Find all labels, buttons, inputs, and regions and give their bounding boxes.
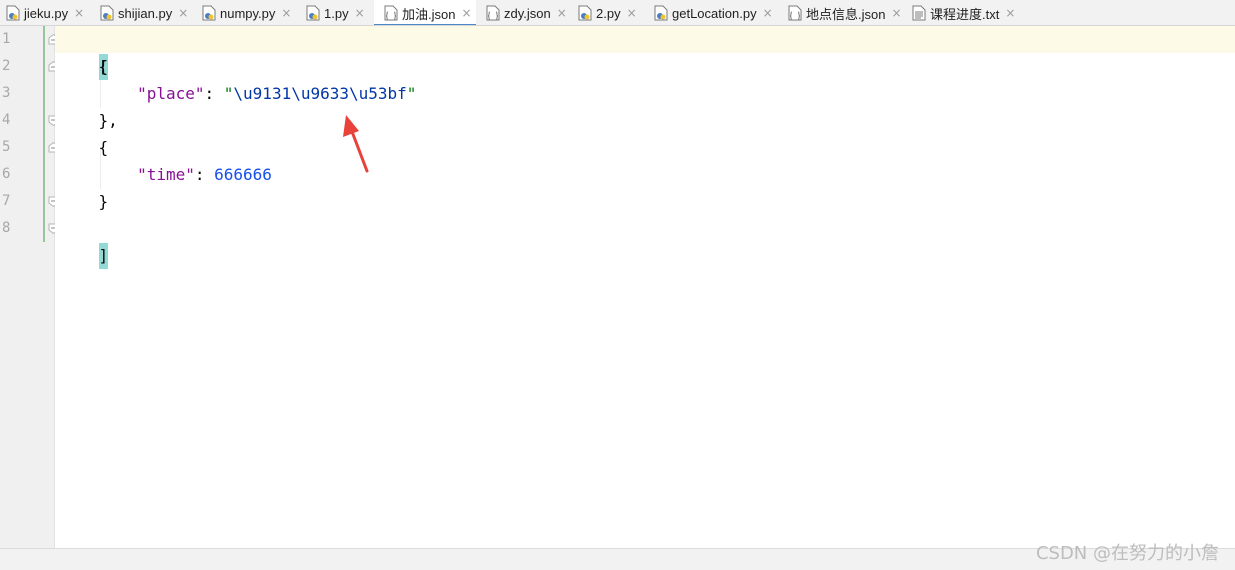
matched-bracket: ]	[98, 243, 109, 269]
current-line-highlight	[55, 26, 1235, 53]
tab-label: 地点信息.json	[806, 6, 886, 22]
close-tab-icon[interactable]: ×	[281, 6, 291, 20]
python-file-icon	[306, 5, 320, 21]
python-file-icon	[654, 5, 668, 21]
line-number: 4	[2, 112, 11, 128]
string-quote: "	[406, 84, 417, 103]
code-line-5: {	[60, 138, 109, 157]
code-editor[interactable]: [ { "place": "\u9131\u9633\u53bf" }, { "…	[55, 26, 1235, 548]
code-line-7: }	[60, 192, 109, 211]
json-key: "time"	[137, 165, 195, 184]
tab-shijian-py[interactable]: shijian.py ×	[94, 0, 196, 25]
close-tab-icon[interactable]: ×	[763, 6, 773, 20]
close-tab-icon[interactable]: ×	[627, 6, 637, 20]
json-file-icon	[788, 5, 802, 21]
string-quote: "	[223, 84, 234, 103]
json-file-icon	[486, 5, 500, 21]
tab-numpy-py[interactable]: numpy.py ×	[196, 0, 300, 25]
json-string-value: \u9131\u9633\u53bf	[233, 84, 407, 103]
tab-1-py[interactable]: 1.py ×	[300, 0, 374, 25]
watermark-text: CSDN @在努力的小詹	[1035, 543, 1219, 564]
close-tab-icon[interactable]: ×	[178, 6, 188, 20]
tab-getlocation-py[interactable]: getLocation.py ×	[646, 0, 780, 25]
tab-label: 1.py	[324, 5, 349, 21]
changed-lines-marker	[43, 26, 45, 242]
tab-label: jieku.py	[24, 5, 69, 21]
json-number-value: 666666	[214, 165, 272, 184]
close-tab-icon[interactable]: ×	[1005, 6, 1015, 20]
tab-label: 2.py	[596, 5, 621, 21]
python-file-icon	[6, 5, 20, 21]
python-file-icon	[100, 5, 114, 21]
annotation-arrow-icon	[343, 115, 369, 173]
editor-tab-bar: jieku.py × shijian.py × numpy.py × 1.py …	[0, 0, 1235, 26]
tab-course-progress-txt[interactable]: 课程进度.txt ×	[906, 0, 1026, 25]
tab-label: 加油.json	[402, 6, 456, 22]
line-number: 6	[2, 166, 11, 182]
tab-zdy-json[interactable]: zdy.json ×	[476, 0, 570, 25]
line-number: 2	[2, 58, 11, 74]
key-separator: :	[194, 165, 215, 184]
close-tab-icon[interactable]: ×	[557, 6, 567, 20]
close-tab-icon[interactable]: ×	[461, 6, 471, 20]
python-file-icon	[202, 5, 216, 21]
line-number: 3	[2, 85, 11, 101]
close-tab-icon[interactable]: ×	[891, 6, 901, 20]
tab-label: 课程进度.txt	[930, 6, 1000, 22]
code-line-4: },	[60, 111, 118, 130]
line-number: 1	[2, 31, 11, 47]
line-number: 5	[2, 139, 11, 155]
code-line-3: "place": "\u9131\u9633\u53bf"	[60, 80, 416, 107]
tab-label: shijian.py	[118, 5, 173, 21]
line-number: 7	[2, 193, 11, 209]
key-separator: :	[204, 84, 224, 103]
python-file-icon	[578, 5, 592, 21]
text-file-icon	[912, 5, 926, 21]
tab-2-py[interactable]: 2.py ×	[570, 0, 646, 25]
tab-location-info-json[interactable]: 地点信息.json ×	[780, 0, 906, 25]
tab-label: zdy.json	[504, 5, 551, 21]
code-line-8: ]	[60, 215, 109, 269]
line-number: 8	[2, 220, 11, 236]
code-line-2: {	[60, 57, 109, 76]
code-line-6: "time": 666666	[60, 161, 272, 188]
close-tab-icon[interactable]: ×	[355, 6, 365, 20]
json-file-icon	[384, 5, 398, 21]
json-key: "place"	[137, 84, 205, 103]
close-tab-icon[interactable]: ×	[74, 6, 84, 20]
tab-jieku-py[interactable]: jieku.py ×	[0, 0, 94, 25]
tab-label: getLocation.py	[672, 5, 757, 21]
tab-jiayou-json[interactable]: 加油.json ×	[374, 0, 476, 25]
editor-gutter: 1 2 3 4 5 6 7 8	[0, 26, 59, 548]
code-line-1: [	[60, 26, 109, 80]
tab-label: numpy.py	[220, 5, 276, 21]
